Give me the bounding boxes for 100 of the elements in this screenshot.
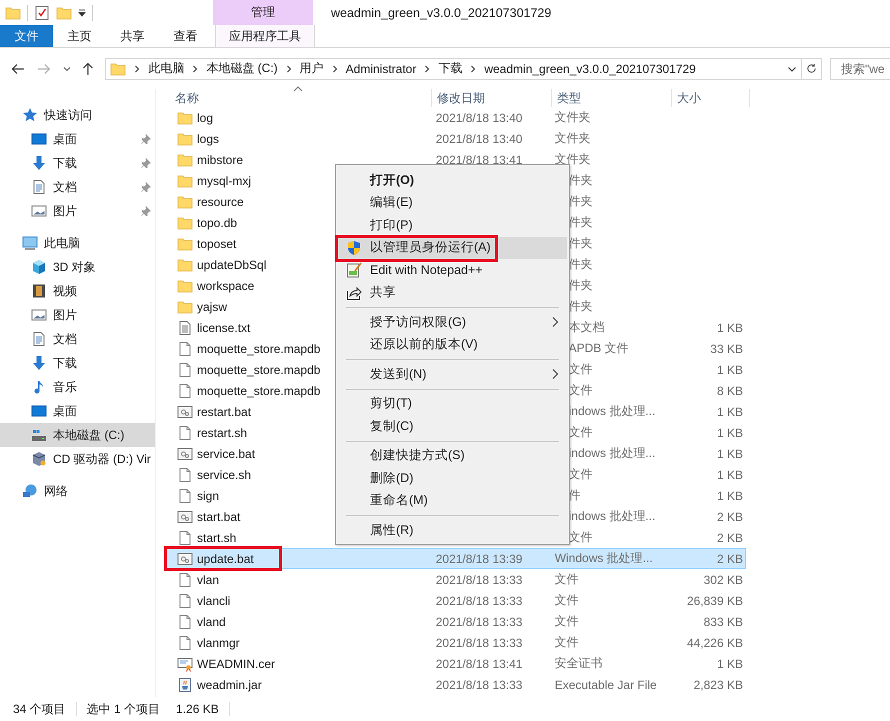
file-name: logs [197, 132, 220, 146]
sidebar-item[interactable]: 网络 [0, 479, 155, 503]
date-cell: 2021/8/18 13:40 [436, 110, 522, 124]
menu-item[interactable]: Edit with Notepad++ [338, 259, 567, 282]
ribbon-tab[interactable]: 主页 [53, 25, 106, 47]
size-cell: 2 KB [716, 552, 743, 566]
size-cell: 1 KB [716, 404, 743, 418]
menu-item[interactable]: 属性(R) [338, 519, 567, 542]
sidebar-item[interactable]: 文档 [0, 175, 155, 199]
sidebar-item[interactable]: 快速访问 [0, 103, 155, 127]
menu-item[interactable]: 删除(D) [338, 467, 567, 490]
sidebar-item[interactable]: 文档 [0, 327, 155, 351]
column-header[interactable]: 修改日期 [432, 89, 552, 107]
pin-icon [141, 158, 151, 168]
selected-row[interactable]: update.bat 2021/8/18 13:39 Windows 批处理... 2 KB [165, 548, 746, 569]
menu-item[interactable]: 编辑(E) [338, 192, 567, 214]
sidebar-item[interactable]: 音乐 [0, 375, 155, 399]
folder-icon [177, 214, 193, 230]
ribbon-tab[interactable]: 查看 [159, 25, 212, 47]
type-cell: 文件 [554, 634, 579, 651]
drive-icon [31, 427, 47, 443]
size-cell: 44,226 KB [686, 636, 743, 650]
search-field[interactable]: 搜索"we [830, 58, 890, 80]
size-cell: 2 KB [716, 510, 743, 524]
menu-item[interactable]: 创建快捷方式(S) [338, 444, 567, 467]
breadcrumb[interactable]: Administrator [346, 62, 416, 76]
sidebar-item[interactable]: 下载 [0, 151, 155, 175]
file-name: service.bat [197, 446, 256, 460]
download-arrow-icon [31, 155, 47, 171]
dropdown-caret-icon[interactable] [78, 8, 86, 16]
sidebar-item[interactable]: 下载 [0, 351, 155, 375]
menu-item[interactable]: 打印(P) [338, 214, 567, 236]
file-name: vlanmgr [197, 636, 240, 650]
sidebar-item[interactable]: 此电脑 [0, 231, 155, 255]
size-cell: 1 KB [716, 320, 743, 334]
size-cell: 26,839 KB [686, 594, 743, 608]
date-cell: 2021/8/18 13:40 [436, 132, 522, 146]
chevron-right-icon[interactable] [191, 64, 200, 74]
menu-item[interactable]: 发送到(N) [338, 363, 567, 386]
picture-icon [31, 203, 47, 219]
breadcrumb[interactable]: 此电脑 [148, 60, 184, 77]
sidebar-item[interactable]: 3D 对象 [0, 255, 155, 279]
batch-file-icon [177, 446, 193, 462]
refresh-button[interactable] [802, 58, 822, 80]
file-name: restart.bat [197, 404, 252, 418]
jar-file-icon [177, 676, 193, 692]
ribbon-tab[interactable]: 共享 [106, 25, 159, 47]
ribbon-tab[interactable]: 应用程序工具 [215, 25, 315, 47]
chevron-right-icon[interactable] [423, 64, 432, 74]
sidebar-item[interactable]: 桌面 [0, 399, 155, 423]
menu-item[interactable]: 剪切(T) [338, 392, 567, 415]
sidebar-item[interactable]: 本地磁盘 (C:) [0, 423, 155, 447]
menu-item[interactable]: 以管理员身份运行(A) [338, 236, 567, 259]
sidebar-item[interactable]: 桌面 [0, 127, 155, 151]
type-cell: indows 批处理... [568, 445, 656, 462]
ribbon-tab[interactable]: 文件 [0, 25, 53, 47]
type-cell: Windows 批处理... [554, 550, 653, 567]
column-header[interactable]: 大小 [672, 89, 750, 107]
menu-item[interactable]: 共享 [338, 282, 567, 304]
folder-icon [110, 60, 126, 76]
chevron-right-icon[interactable] [330, 64, 339, 74]
type-cell: indows 批处理... [568, 508, 656, 525]
breadcrumb[interactable]: weadmin_green_v3.0.0_202107301729 [484, 62, 696, 76]
menu-item[interactable]: 还原以前的版本(V) [338, 334, 567, 356]
sidebar-item[interactable]: 图片 [0, 303, 155, 327]
sidebar-item[interactable]: CD 驱动器 (D:) Vir [0, 447, 155, 471]
menu-item[interactable]: 复制(C) [338, 415, 567, 438]
share-icon [346, 284, 362, 301]
file-name: vlancli [197, 594, 230, 608]
file-icon [177, 340, 193, 356]
pin-icon [141, 134, 151, 144]
document-icon [31, 331, 47, 347]
size-cell: 8 KB [716, 384, 743, 398]
menu-item[interactable]: 打开(O) [338, 169, 567, 192]
chevron-right-icon[interactable] [469, 64, 478, 74]
folder-icon [177, 194, 193, 210]
menu-item[interactable]: 授予访问权限(G) [338, 311, 567, 334]
folder-icon [177, 256, 193, 272]
chevron-right-icon[interactable] [133, 64, 142, 74]
breadcrumb[interactable]: 用户 [300, 60, 324, 77]
star-icon [22, 107, 38, 123]
file-name: start.sh [197, 530, 236, 544]
batch-file-icon [177, 508, 193, 524]
picture-icon [31, 307, 47, 323]
file-name: service.sh [197, 468, 252, 482]
address-bar[interactable]: 此电脑 本地磁盘 (C:) 用户 Administrator 下载 weadmin_green_v3.0.0_202107301729 [105, 58, 802, 80]
batch-file-icon [177, 550, 193, 566]
menu-item[interactable]: 重命名(M) [338, 490, 567, 512]
chevron-right-icon[interactable] [284, 64, 293, 74]
column-header[interactable]: 类型 [552, 89, 672, 107]
column-header[interactable]: 名称 [165, 89, 432, 107]
desktop-icon [31, 131, 47, 147]
breadcrumb[interactable]: 下载 [438, 60, 462, 77]
size-cell: 302 KB [704, 572, 743, 586]
breadcrumb[interactable]: 本地磁盘 (C:) [206, 60, 278, 77]
checklist-icon[interactable] [34, 4, 50, 20]
sidebar-item[interactable]: 图片 [0, 199, 155, 223]
sidebar-item[interactable]: 视频 [0, 279, 155, 303]
text-file-icon [177, 320, 193, 336]
file-name: updateDbSql [197, 258, 266, 272]
